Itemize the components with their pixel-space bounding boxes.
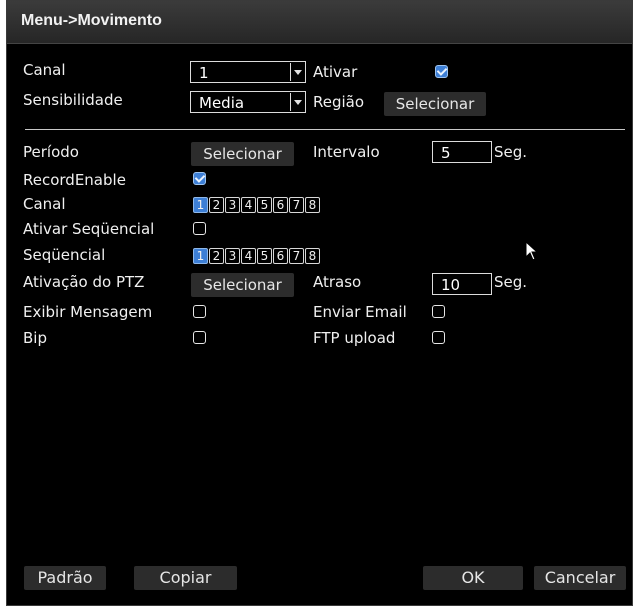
chevron-down-icon (290, 63, 304, 81)
periodo-label: Período (23, 143, 79, 161)
sensibilidade-select-value: Media (199, 94, 245, 112)
ftp-upload-label: FTP upload (313, 329, 396, 347)
canal-select[interactable]: 1 (190, 61, 306, 83)
canal-channel-3[interactable]: 3 (225, 197, 240, 213)
chevron-down-icon (290, 93, 304, 111)
canal-channels-label: Canal (23, 195, 66, 213)
atraso-input[interactable]: 10 (432, 273, 492, 295)
sequencial-channel-7[interactable]: 7 (289, 248, 304, 264)
title-bar[interactable]: Menu->Movimento (7, 1, 632, 44)
sensibilidade-select[interactable]: Media (190, 91, 306, 113)
atraso-label: Atraso (313, 273, 362, 291)
sequencial-channel-2[interactable]: 2 (209, 248, 224, 264)
canal-channel-6[interactable]: 6 (273, 197, 288, 213)
canal-select-value: 1 (199, 64, 209, 82)
cancelar-button[interactable]: Cancelar (534, 566, 626, 590)
ptz-label: Ativação do PTZ (23, 273, 145, 291)
regiao-select-button[interactable]: Selecionar (384, 92, 486, 116)
copiar-button[interactable]: Copiar (134, 566, 237, 590)
ativar-label: Ativar (313, 63, 358, 81)
section-divider (25, 129, 625, 130)
sensibilidade-label: Sensibilidade (23, 91, 123, 109)
window-title: Menu->Movimento (21, 12, 162, 29)
ativar-checkbox[interactable] (435, 65, 448, 78)
canal-channel-8[interactable]: 8 (305, 197, 320, 213)
sequencial-channel-5[interactable]: 5 (257, 248, 272, 264)
motion-settings-window: Menu->Movimento Canal 1 Ativar Sensibili… (6, 0, 633, 606)
bip-checkbox[interactable] (193, 331, 206, 344)
intervalo-unit: Seg. (494, 143, 528, 161)
sequencial-channel-6[interactable]: 6 (273, 248, 288, 264)
regiao-label: Região (313, 93, 365, 111)
intervalo-input[interactable]: 5 (432, 141, 492, 163)
sequencial-label: Seqüencial (23, 246, 106, 264)
canal-channel-7[interactable]: 7 (289, 197, 304, 213)
record-enable-checkbox[interactable] (193, 172, 206, 185)
exibir-mensagem-label: Exibir Mensagem (23, 303, 153, 321)
enviar-email-checkbox[interactable] (432, 305, 445, 318)
enviar-email-label: Enviar Email (313, 303, 407, 321)
canal-channel-1[interactable]: 1 (193, 197, 208, 213)
atraso-input-value: 10 (441, 276, 461, 294)
sequencial-channel-selector: 1 2 3 4 5 6 7 8 (193, 248, 320, 264)
ptz-select-button[interactable]: Selecionar (191, 273, 294, 297)
sequencial-channel-3[interactable]: 3 (225, 248, 240, 264)
intervalo-label: Intervalo (313, 143, 380, 161)
exibir-mensagem-checkbox[interactable] (193, 305, 206, 318)
intervalo-input-value: 5 (441, 144, 451, 162)
periodo-select-button[interactable]: Selecionar (191, 142, 294, 166)
canal-channel-4[interactable]: 4 (241, 197, 256, 213)
ativar-sequencial-label: Ativar Seqüencial (23, 220, 155, 238)
sequencial-channel-1[interactable]: 1 (193, 248, 208, 264)
ftp-upload-checkbox[interactable] (432, 331, 445, 344)
record-enable-label: RecordEnable (23, 171, 126, 189)
atraso-unit: Seg. (494, 273, 528, 291)
canal-channel-5[interactable]: 5 (257, 197, 272, 213)
canal-label: Canal (23, 61, 66, 79)
sequencial-channel-4[interactable]: 4 (241, 248, 256, 264)
sequencial-channel-8[interactable]: 8 (305, 248, 320, 264)
ativar-sequencial-checkbox[interactable] (193, 222, 206, 235)
mouse-pointer-icon (525, 241, 539, 261)
canal-channel-2[interactable]: 2 (209, 197, 224, 213)
padrao-button[interactable]: Padrão (24, 566, 106, 590)
canal-channel-selector: 1 2 3 4 5 6 7 8 (193, 197, 320, 213)
bip-label: Bip (23, 329, 47, 347)
ok-button[interactable]: OK (423, 566, 523, 590)
